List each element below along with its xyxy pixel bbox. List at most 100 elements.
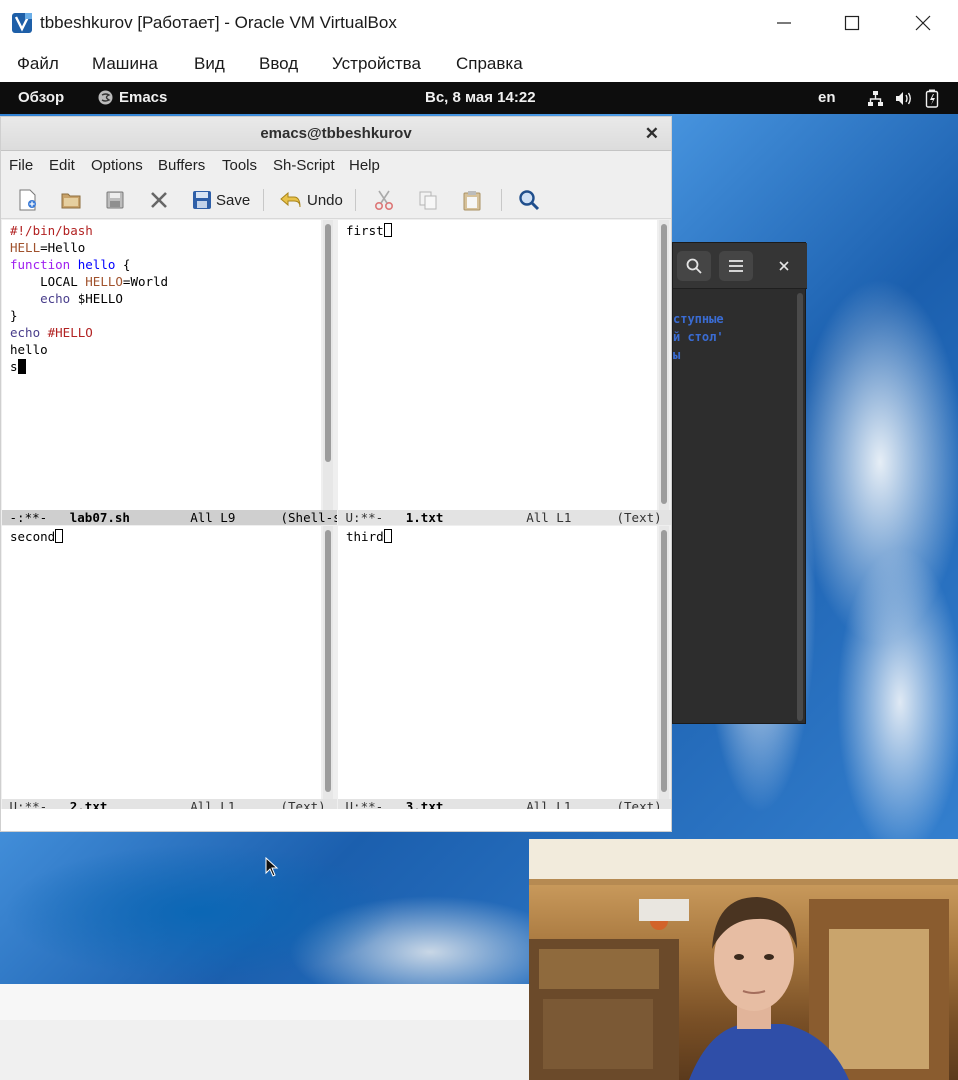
text-cursor xyxy=(17,359,26,374)
keyboard-layout[interactable]: en xyxy=(818,89,836,106)
copy-icon xyxy=(419,191,437,210)
activities-button[interactable]: Обзор xyxy=(18,89,64,106)
text-cursor xyxy=(383,223,392,237)
kill-buffer-button[interactable] xyxy=(148,186,170,214)
emacs-menu-buffers[interactable]: Buffers xyxy=(158,157,205,174)
open-folder-icon xyxy=(61,193,81,209)
search-button[interactable] xyxy=(517,186,541,214)
emacs-close-icon[interactable]: ✕ xyxy=(645,124,659,144)
menu-help[interactable]: Справка xyxy=(456,54,523,74)
code-line: hello xyxy=(10,342,48,357)
emacs-menu-sh-script[interactable]: Sh-Script xyxy=(273,157,335,174)
terminal-search-button[interactable] xyxy=(677,251,711,281)
emacs-window[interactable]: emacs@tbbeshkurov ✕ File Edit Options Bu… xyxy=(0,116,672,832)
undo-button[interactable]: Undo xyxy=(279,186,343,214)
terminal-headerbar xyxy=(673,243,807,289)
editor-window-lab07[interactable]: #!/bin/bash HELL=Hello function hello { … xyxy=(2,220,321,510)
terminal-close-icon[interactable] xyxy=(778,260,790,272)
scrollbar-1txt[interactable] xyxy=(659,220,669,510)
menu-view[interactable]: Вид xyxy=(194,54,225,74)
code-line: LOCAL HELLO=World xyxy=(40,274,169,289)
network-icon[interactable] xyxy=(867,90,884,107)
virtualbox-logo-icon xyxy=(12,13,32,33)
close-buffer-icon xyxy=(151,192,167,208)
editor-window-1txt[interactable]: first xyxy=(338,220,657,510)
minibuffer[interactable] xyxy=(1,809,671,831)
battery-icon[interactable] xyxy=(925,89,939,108)
emacs-menu-options[interactable]: Options xyxy=(91,157,143,174)
terminal-scrollbar[interactable] xyxy=(797,293,803,721)
undo-arrow-icon xyxy=(280,191,301,208)
emacs-app-icon xyxy=(98,90,113,105)
save-label: Save xyxy=(216,191,251,209)
modeline-1txt[interactable]: U:**- 1.txt All L1 (Text) xyxy=(338,510,671,525)
modeline-lab07[interactable]: -:**- lab07.sh All L9 (Shell-s xyxy=(2,510,337,525)
code-line: echo $HELLO xyxy=(40,291,123,306)
paste-clipboard-icon xyxy=(463,191,481,211)
emacs-menu-help[interactable]: Help xyxy=(349,157,380,174)
menu-file[interactable]: Файл xyxy=(17,54,59,74)
terminal-line: ступные xyxy=(673,312,724,326)
scrollbar-lab07[interactable] xyxy=(323,220,333,510)
terminal-line: й стол' xyxy=(673,330,724,344)
host-titlebar: tbbeshkurov [Работает] - Oracle VM Virtu… xyxy=(0,0,958,46)
emacs-menubar: File Edit Options Buffers Tools Sh-Scrip… xyxy=(1,151,671,181)
open-file-button[interactable] xyxy=(60,186,82,214)
search-magnifier-icon xyxy=(519,190,540,211)
close-icon xyxy=(915,15,931,31)
maximize-icon xyxy=(844,15,860,31)
save-icon xyxy=(193,191,211,209)
clock[interactable]: Вс, 8 мая 14:22 xyxy=(425,89,536,106)
code-line: function hello { xyxy=(10,257,131,272)
emacs-titlebar[interactable]: emacs@tbbeshkurov ✕ xyxy=(1,117,671,151)
menu-devices[interactable]: Устройства xyxy=(332,54,421,74)
menu-machine[interactable]: Машина xyxy=(92,54,158,74)
minimize-button[interactable] xyxy=(764,8,804,38)
minimize-icon xyxy=(777,22,791,24)
hamburger-menu-icon xyxy=(729,260,743,272)
code-line: HELL=Hello xyxy=(10,240,86,255)
save-button[interactable]: Save xyxy=(192,186,250,214)
editor-window-2txt[interactable]: second xyxy=(2,526,321,799)
paste-button[interactable] xyxy=(461,186,483,214)
mouse-pointer-icon xyxy=(265,857,279,877)
buffer-text: second xyxy=(10,528,64,545)
toolbar-separator xyxy=(355,189,356,211)
search-icon xyxy=(686,258,702,274)
terminal-window[interactable]: ступные й стол' ы xyxy=(672,242,807,724)
volume-icon[interactable] xyxy=(895,90,913,107)
emacs-menu-tools[interactable]: Tools xyxy=(222,157,257,174)
emacs-menu-file[interactable]: File xyxy=(9,157,33,174)
buffer-text: third xyxy=(346,528,392,545)
text-cursor xyxy=(55,529,64,543)
menu-input[interactable]: Ввод xyxy=(259,54,298,74)
cut-button[interactable] xyxy=(373,186,395,214)
new-file-icon xyxy=(19,189,36,211)
editor-window-3txt[interactable]: third xyxy=(338,526,657,799)
webcam-person-image xyxy=(529,839,958,1080)
new-file-button[interactable] xyxy=(17,186,39,214)
app-name: Emacs xyxy=(119,89,168,106)
save-disk-icon xyxy=(106,191,124,209)
undo-label: Undo xyxy=(307,191,343,209)
copy-button[interactable] xyxy=(417,186,439,214)
dired-button[interactable] xyxy=(104,186,126,214)
host-status-strip xyxy=(0,984,529,1020)
scissors-icon xyxy=(374,190,394,211)
host-statusbar-area xyxy=(0,984,529,1080)
scrollbar-2txt[interactable] xyxy=(323,526,333,799)
terminal-menu-button[interactable] xyxy=(719,251,753,281)
host-menubar: Файл Машина Вид Ввод Устройства Справка xyxy=(0,46,958,82)
toolbar-separator xyxy=(263,189,264,211)
gnome-top-bar: Обзор Emacs Вс, 8 мая 14:22 en xyxy=(0,82,958,114)
code-line: s xyxy=(10,358,26,375)
text-cursor xyxy=(383,529,392,543)
app-menu[interactable]: Emacs xyxy=(98,89,167,106)
buffer-text: first xyxy=(346,222,392,239)
emacs-menu-edit[interactable]: Edit xyxy=(49,157,75,174)
close-button[interactable] xyxy=(903,8,943,38)
webcam-overlay xyxy=(529,839,958,1080)
maximize-button[interactable] xyxy=(832,8,872,38)
code-line: } xyxy=(10,308,18,323)
scrollbar-3txt[interactable] xyxy=(659,526,669,799)
